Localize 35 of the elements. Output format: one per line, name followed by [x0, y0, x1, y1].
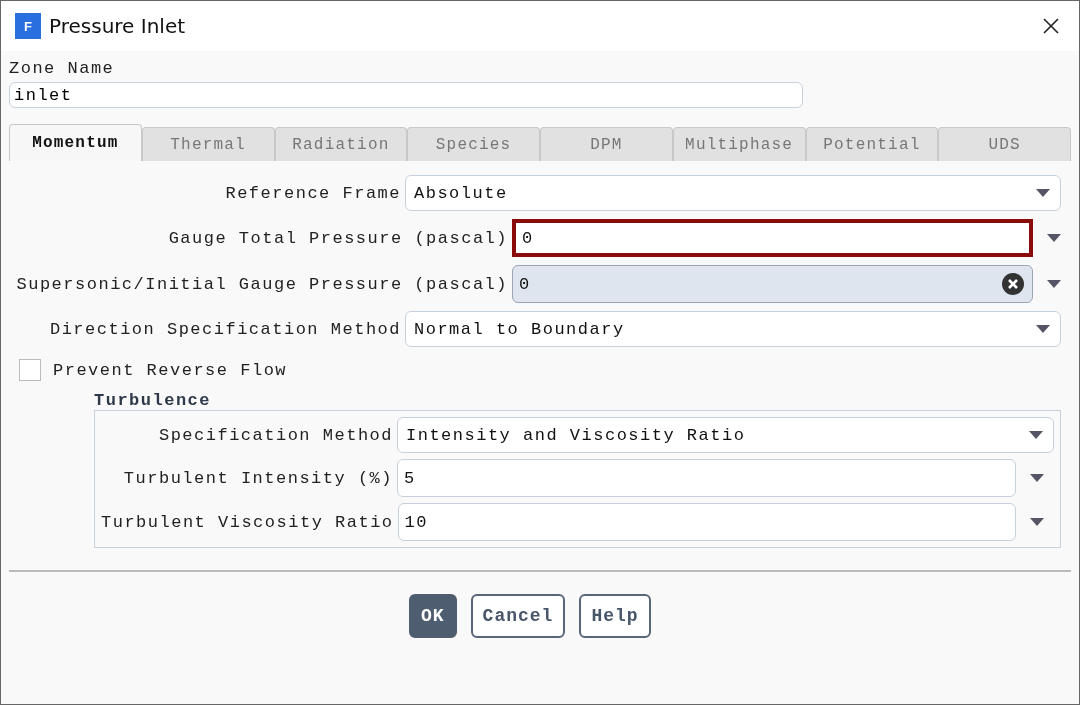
dialog-button[interactable]: Cancel	[470, 594, 566, 638]
window-title: Pressure Inlet	[49, 14, 187, 38]
caret-icon	[1036, 325, 1050, 333]
number-field[interactable]: 0	[512, 265, 1033, 303]
field-label: Specification Method	[158, 425, 393, 445]
tab[interactable]: Momentum	[9, 124, 142, 161]
zone-name-field[interactable]: inlet	[9, 82, 803, 108]
group-title: Turbulence	[94, 391, 213, 410]
app-icon: F	[15, 13, 41, 39]
number-field[interactable]: 0	[512, 219, 1033, 257]
clear-icon[interactable]	[1002, 273, 1024, 295]
caret-icon[interactable]	[1047, 234, 1061, 242]
field-label: Direction Specification Method	[49, 319, 401, 339]
caret-icon	[1036, 189, 1050, 197]
caret-icon	[1029, 431, 1043, 439]
dialog-button[interactable]: OK	[409, 594, 457, 638]
field-label: Turbulent Viscosity Ratio	[101, 512, 394, 532]
dropdown[interactable]: Absolute	[405, 175, 1061, 211]
checkbox-label: Prevent Reverse Flow	[53, 360, 288, 380]
field-label: Gauge Total Pressure (pascal)	[168, 228, 508, 248]
field-label: Turbulent Intensity (%)	[123, 468, 393, 488]
field-label: Supersonic/Initial Gauge Pressure (pascal)	[16, 274, 508, 294]
number-field[interactable]: 10	[397, 503, 1016, 541]
zone-name-label: Zone Name	[9, 59, 116, 78]
number-field[interactable]: 5	[397, 459, 1016, 497]
field-label: Reference Frame	[225, 183, 401, 203]
caret-icon[interactable]	[1047, 280, 1061, 288]
dropdown[interactable]: Intensity and Viscosity Ratio	[397, 417, 1054, 453]
checkbox[interactable]	[19, 359, 41, 381]
dialog-button[interactable]: Help	[579, 594, 651, 638]
caret-icon[interactable]	[1030, 474, 1044, 482]
tab[interactable]: Radiation	[274, 127, 408, 161]
dropdown[interactable]: Normal to Boundary	[405, 311, 1061, 347]
close-icon[interactable]	[1043, 18, 1059, 34]
caret-icon[interactable]	[1030, 518, 1044, 526]
